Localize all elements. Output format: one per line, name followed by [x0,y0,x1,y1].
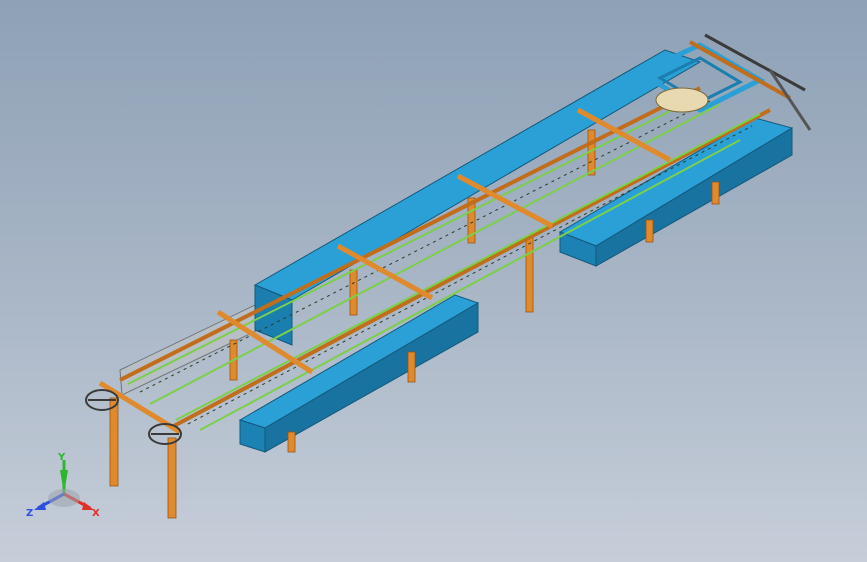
conveyor-model[interactable] [0,0,867,562]
drive-end-frame [634,33,812,131]
sprocket-wheels [85,389,182,445]
z-axis-label: Z [26,508,33,519]
x-axis-label: X [92,508,100,519]
chain-rails [127,95,761,431]
triad-base [48,489,80,507]
graphics-viewport[interactable]: Y X Z [0,0,867,562]
conveyor-frame [119,86,771,430]
view-orientation-triad[interactable]: Y X Z [22,446,106,526]
z-axis-arrow [34,502,46,510]
y-axis-label: Y [57,452,66,463]
